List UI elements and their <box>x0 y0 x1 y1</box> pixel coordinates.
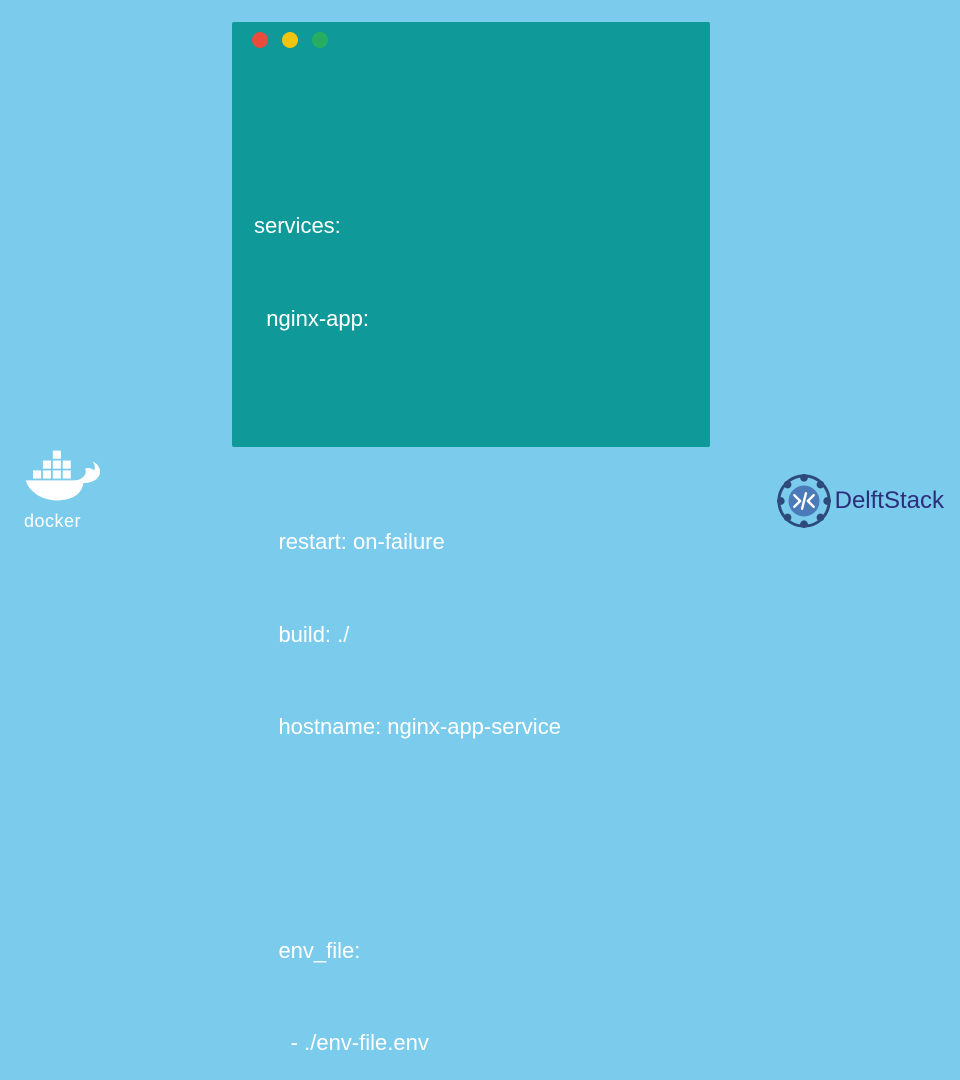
docker-whale-icon <box>24 444 114 514</box>
code-window: services: nginx-app: restart: on-failure… <box>232 22 710 447</box>
code-line: - ./env-file.env <box>254 1028 688 1059</box>
code-content: services: nginx-app: restart: on-failure… <box>232 58 710 1080</box>
code-line: env_file: <box>254 936 688 967</box>
window-titlebar <box>232 22 710 58</box>
delftstack-label: DelftStack <box>835 487 944 515</box>
code-line: nginx-app: <box>254 304 688 335</box>
delftstack-gear-icon <box>775 472 833 530</box>
code-line: build: ./ <box>254 620 688 651</box>
close-icon[interactable] <box>252 32 268 48</box>
maximize-icon[interactable] <box>312 32 328 48</box>
docker-logo: docker <box>24 444 114 532</box>
code-line: services: <box>254 211 688 242</box>
docker-label: docker <box>24 511 114 532</box>
code-line: hostname: nginx-app-service <box>254 712 688 743</box>
minimize-icon[interactable] <box>282 32 298 48</box>
code-line: restart: on-failure <box>254 527 688 558</box>
delftstack-logo: DelftStack <box>775 472 944 530</box>
